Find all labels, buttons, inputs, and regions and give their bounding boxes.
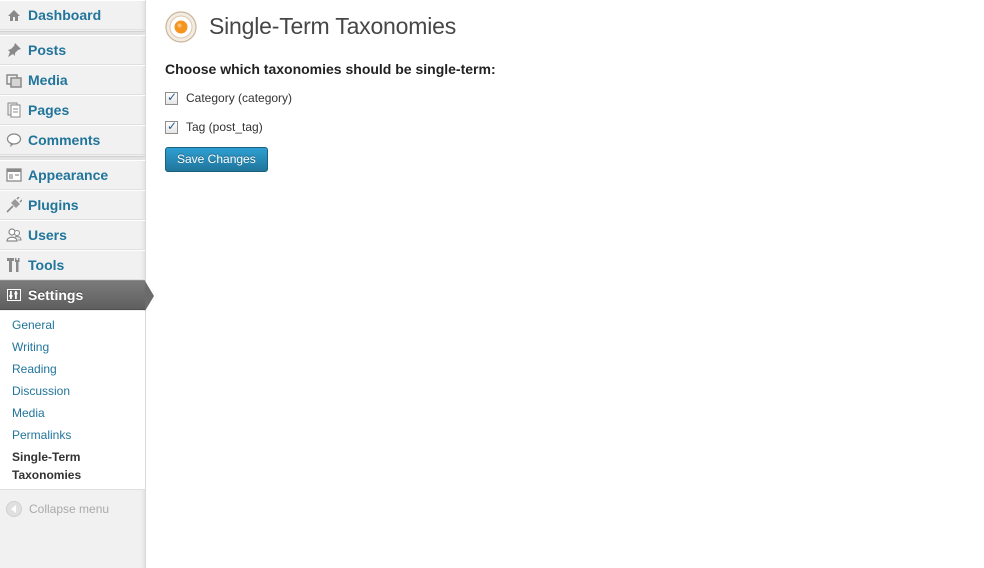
sidebar-item-label: Settings <box>28 287 84 303</box>
dashboard-icon <box>6 7 22 23</box>
category-checkbox[interactable] <box>165 90 178 105</box>
sidebar-item-pages[interactable]: Pages <box>0 95 145 125</box>
sidebar-item-label: Appearance <box>28 167 109 183</box>
section-heading: Choose which taxonomies should be single… <box>165 61 496 77</box>
sidebar-item-comments[interactable]: Comments <box>0 125 145 155</box>
sidebar-item-label: Pages <box>28 102 70 118</box>
save-changes-button[interactable]: Save Changes <box>165 147 268 172</box>
submenu-item-discussion[interactable]: Discussion <box>12 382 70 400</box>
submenu-item-reading[interactable]: Reading <box>12 360 57 378</box>
settings-submenu: General Writing Reading Discussion Media… <box>0 311 145 490</box>
tools-icon <box>6 257 22 273</box>
appearance-icon <box>6 167 22 183</box>
submenu-item-writing[interactable]: Writing <box>12 338 49 356</box>
pushpin-icon <box>6 42 22 58</box>
taxonomy-label: Category (category) <box>186 91 293 105</box>
settings-icon <box>6 287 22 303</box>
media-icon <box>6 72 22 88</box>
tag-checkbox[interactable] <box>165 119 178 134</box>
sidebar-item-appearance[interactable]: Appearance <box>0 160 145 190</box>
pages-icon <box>6 102 22 118</box>
sidebar-item-settings[interactable]: Settings <box>0 280 154 311</box>
sidebar-item-plugins[interactable]: Plugins <box>0 190 145 220</box>
sidebar-item-label: Tools <box>28 257 65 273</box>
sidebar-item-label: Users <box>28 227 67 243</box>
sidebar-item-users[interactable]: Users <box>0 220 145 250</box>
submenu-item-general[interactable]: General <box>12 316 55 334</box>
collapse-menu-label: Collapse menu <box>29 502 110 516</box>
collapse-arrow-icon <box>6 501 22 517</box>
sidebar-item-label: Dashboard <box>28 7 102 23</box>
sidebar-item-label: Plugins <box>28 197 79 213</box>
taxonomy-row-tag: Tag (post_tag) <box>165 119 263 134</box>
sidebar-item-label: Media <box>28 72 68 88</box>
sidebar-item-tools[interactable]: Tools <box>0 250 145 280</box>
submenu-item-single-term-taxonomies[interactable]: Single-Term Taxonomies <box>12 448 132 484</box>
submenu-item-permalinks[interactable]: Permalinks <box>12 426 71 444</box>
taxonomy-label: Tag (post_tag) <box>186 120 263 134</box>
sidebar-item-media[interactable]: Media <box>0 65 145 95</box>
sidebar-item-label: Posts <box>28 42 67 58</box>
main-content: Single-Term Taxonomies Choose which taxo… <box>146 0 984 568</box>
sidebar-item-dashboard[interactable]: Dashboard <box>0 0 145 30</box>
taxonomy-row-category: Category (category) <box>165 90 293 105</box>
page-title: Single-Term Taxonomies <box>209 13 457 39</box>
sidebar-item-posts[interactable]: Posts <box>0 35 145 65</box>
comment-bubble-icon <box>6 132 22 148</box>
submenu-item-media[interactable]: Media <box>12 404 45 422</box>
admin-sidebar: Dashboard Posts Media Pages Comments App… <box>0 0 154 568</box>
target-circle-icon <box>165 11 197 43</box>
collapse-menu-button[interactable]: Collapse menu <box>0 497 145 521</box>
plug-icon <box>6 197 22 213</box>
users-icon <box>6 227 22 243</box>
sidebar-item-label: Comments <box>28 132 101 148</box>
